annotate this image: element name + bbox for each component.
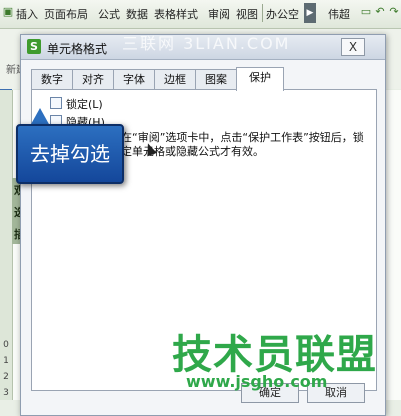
menu-page-layout[interactable]: 页面布局 [44, 6, 88, 22]
tab-font[interactable]: 字体 [113, 69, 155, 90]
row-number[interactable]: 1 [0, 356, 12, 366]
row-number[interactable]: 3 [0, 388, 12, 398]
menu-data[interactable]: 数据 [126, 6, 148, 22]
dialog-title: 单元格格式 [47, 42, 108, 56]
protection-note: 在“审阅”选项卡中，点击“保护工作表”按钮后，锁定单元格或隐藏公式才有效。 [121, 131, 364, 158]
menu-view[interactable]: 视图 [236, 6, 258, 22]
watermark-url: www.jsgho.com [186, 372, 328, 391]
row-number[interactable]: 2 [0, 372, 12, 382]
watermark-top: 三联网 3LIAN.COM [122, 34, 291, 53]
menu-review[interactable]: 审阅 [208, 6, 230, 22]
row-header-column [0, 90, 13, 400]
undo-icon[interactable]: ↶ [374, 6, 386, 18]
menu-table-style[interactable]: 表格样式 [154, 6, 198, 22]
save-icon[interactable]: ▭ [360, 6, 372, 18]
locked-checkbox[interactable] [50, 97, 62, 109]
menu-separator [262, 4, 263, 22]
menu-insert[interactable]: 插入 [16, 6, 38, 22]
close-button[interactable]: X [341, 38, 365, 56]
menu-bar: ▣ 插入 页面布局 公式 数据 表格样式 审阅 视图 办公空 ▶ 伟超 ▭ ↶ … [0, 0, 401, 29]
locked-label: 锁定(L) [66, 98, 103, 111]
redo-icon[interactable]: ↷ [388, 6, 400, 18]
tab-alignment[interactable]: 对齐 [72, 69, 114, 90]
row-number[interactable]: 0 [0, 340, 12, 350]
tab-protection[interactable]: 保护 [236, 67, 284, 91]
menu-formulas[interactable]: 公式 [98, 6, 120, 22]
tab-pattern[interactable]: 图案 [195, 69, 237, 90]
wps-logo-icon: S [27, 39, 41, 54]
menu-office-space[interactable]: 办公空 [266, 6, 299, 22]
menu-more-arrow-icon[interactable]: ▶ [304, 3, 316, 23]
callout-text: 去掉勾选 [30, 142, 110, 166]
instruction-callout: 去掉勾选 [16, 124, 124, 184]
app-icon[interactable]: ▣ [2, 6, 14, 18]
tab-border[interactable]: 边框 [154, 69, 196, 90]
tab-number[interactable]: 数字 [31, 69, 73, 90]
user-name[interactable]: 伟超 [328, 6, 350, 22]
